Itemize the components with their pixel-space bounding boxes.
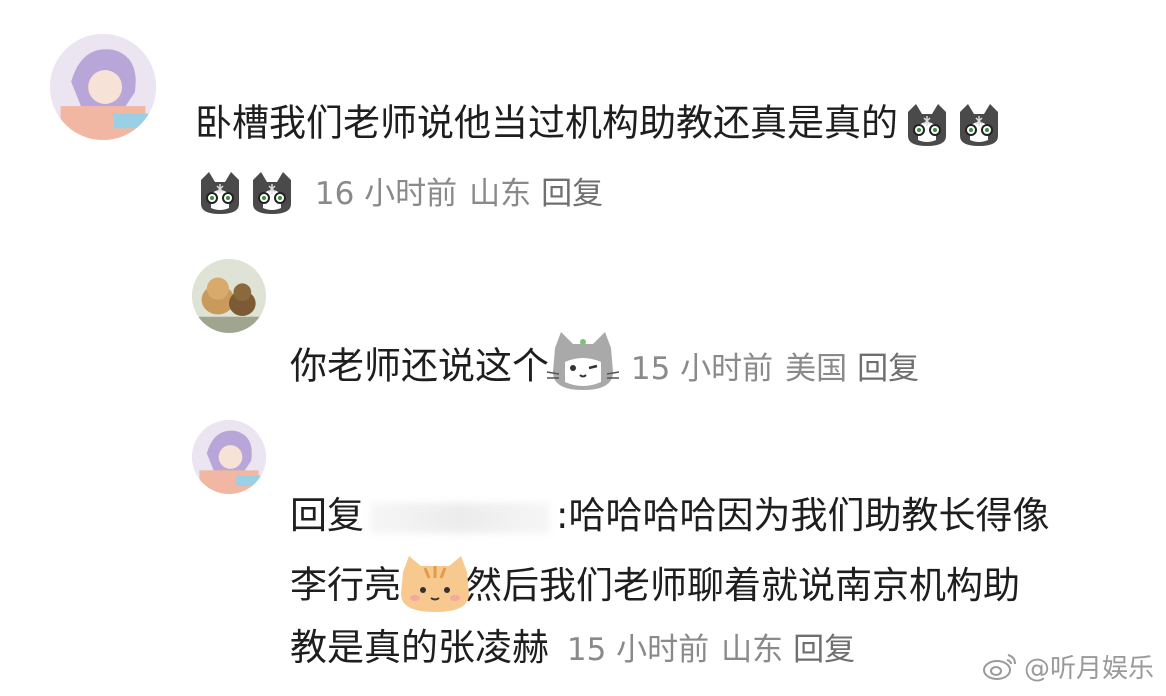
avatar[interactable] [192, 259, 266, 333]
cat-dizzy-emoji [195, 168, 245, 218]
comment-time: 16 小时前 [314, 175, 458, 212]
cat-dizzy-emoji [902, 100, 952, 150]
watermark-text: @听月娱乐 [1023, 654, 1154, 684]
avatar[interactable] [192, 420, 266, 494]
comment-meta: 16 小时前 山东 回复 [305, 176, 603, 212]
watermark: @听月娱乐 [982, 648, 1154, 688]
comment-location: 山东 [469, 175, 532, 212]
cat-dizzy-emoji [247, 168, 297, 218]
comment-location: 山东 [721, 632, 784, 668]
comment-text: 教是真的张凌赫 [290, 626, 549, 669]
reply-prefix: 回复 [290, 494, 364, 537]
comment-location: 美国 [785, 350, 848, 387]
comment-meta: 15 小时前 山东 回复 [557, 632, 855, 668]
reply-button[interactable]: 回复 [793, 632, 855, 668]
comment-text: 卧槽我们老师说他当过机构助教还真是真的 [195, 101, 898, 145]
weibo-logo-icon [982, 651, 1018, 688]
reply-button[interactable]: 回复 [541, 176, 603, 212]
comment-time: 15 小时前 [566, 632, 710, 668]
cat-wink-emoji [545, 328, 621, 396]
comment-text: 你老师还说这个 [290, 344, 549, 388]
comment-text: 然后我们老师聊着就说南京机构助 [465, 563, 1020, 607]
avatar[interactable] [50, 34, 156, 140]
comment-text: :哈哈哈哈因为我们助教长得像 [556, 494, 1050, 537]
mentioned-user-blurred[interactable] [370, 502, 550, 533]
reply-button[interactable]: 回复 [857, 351, 919, 387]
comment-time: 15 小时前 [630, 350, 774, 387]
cat-orange-emoji [395, 550, 475, 616]
comment-text: 李行亮 [290, 563, 401, 607]
comment-meta: 15 小时前 美国 回复 [621, 351, 919, 387]
cat-dizzy-emoji [954, 100, 1004, 150]
